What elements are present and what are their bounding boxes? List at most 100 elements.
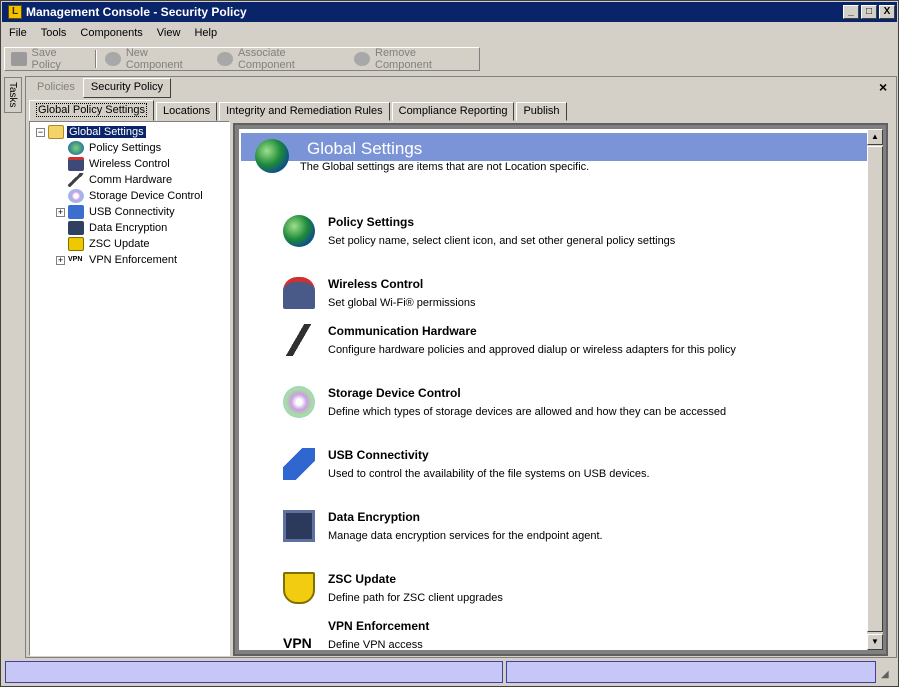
app-icon: L: [8, 5, 22, 19]
tree-label: Storage Device Control: [89, 190, 203, 202]
setting-vpn-enforcement[interactable]: VPN VPN Enforcement Define VPN access: [283, 619, 843, 650]
tree-item-storage-device-control[interactable]: Storage Device Control: [68, 188, 205, 204]
vertical-scrollbar[interactable]: ▲ ▼: [867, 129, 883, 650]
tab-integrity-remediation[interactable]: Integrity and Remediation Rules: [219, 102, 390, 121]
vpn-icon: VPN: [68, 256, 83, 263]
gears-link-icon: [217, 52, 233, 66]
associate-component-button[interactable]: Associate Component: [211, 47, 348, 71]
tree-label: Comm Hardware: [89, 174, 173, 186]
scroll-thumb[interactable]: [867, 146, 883, 632]
toolbar: Save Policy New Component Associate Comp…: [4, 47, 480, 71]
settings-content: Global Settings The Global settings are …: [239, 129, 867, 650]
setting-storage-device-control[interactable]: Storage Device Control Define which type…: [283, 386, 843, 426]
usb-drive-icon: [283, 448, 315, 480]
new-component-button[interactable]: New Component: [99, 47, 211, 71]
setting-zsc-update[interactable]: ZSC Update Define path for ZSC client up…: [283, 572, 843, 612]
tree-item-zsc-update[interactable]: ZSC Update: [68, 236, 152, 252]
toolbar-separator: [95, 50, 98, 68]
setting-description: Set policy name, select client icon, and…: [328, 235, 676, 247]
remove-component-button[interactable]: Remove Component: [348, 47, 479, 71]
expand-icon[interactable]: +: [56, 255, 65, 265]
tree-label: VPN Enforcement: [89, 254, 178, 266]
tree-label: Wireless Control: [89, 158, 170, 170]
close-document-icon[interactable]: ×: [879, 79, 887, 95]
setting-title[interactable]: VPN Enforcement: [328, 619, 429, 633]
document-tabs: Policies Security Policy: [29, 78, 172, 98]
globe-icon: [283, 215, 315, 247]
tree-item-vpn-enforcement[interactable]: + VPN VPN Enforcement: [56, 252, 179, 268]
settings-banner: Global Settings: [241, 133, 867, 161]
usb-drive-icon: [68, 205, 84, 219]
page-subtitle: The Global settings are items that are n…: [300, 161, 590, 173]
setting-data-encryption[interactable]: Data Encryption Manage data encryption s…: [283, 510, 843, 550]
status-panel-right: [506, 661, 876, 683]
tab-locations[interactable]: Locations: [156, 102, 218, 121]
cable-icon: [283, 324, 315, 356]
tree-item-usb-connectivity[interactable]: + USB Connectivity: [56, 204, 177, 220]
menu-file[interactable]: File: [2, 27, 34, 39]
gears-icon: [105, 52, 121, 66]
close-button[interactable]: X: [879, 5, 895, 19]
tree-item-comm-hardware[interactable]: Comm Hardware: [68, 172, 174, 188]
setting-description: Manage data encryption services for the …: [328, 530, 603, 542]
setting-communication-hardware[interactable]: Communication Hardware Configure hardwar…: [283, 324, 843, 364]
floppy-disk-icon: [11, 52, 27, 66]
setting-description: Define VPN access: [328, 639, 423, 650]
tree-label: Global Settings: [67, 126, 146, 138]
setting-wireless-control[interactable]: Wireless Control Set global Wi-Fi® permi…: [283, 277, 843, 317]
setting-title[interactable]: Storage Device Control: [328, 386, 461, 400]
tab-compliance-reporting[interactable]: Compliance Reporting: [391, 102, 515, 121]
tasks-label: Tasks: [7, 82, 18, 108]
tree-label: Policy Settings: [89, 142, 162, 154]
setting-description: Set global Wi-Fi® permissions: [328, 297, 476, 309]
tasks-panel-tab[interactable]: Tasks: [4, 77, 22, 113]
tab-global-policy-settings[interactable]: Global Policy Settings: [29, 100, 154, 121]
tab-policies[interactable]: Policies: [29, 78, 83, 98]
menu-components[interactable]: Components: [73, 27, 149, 39]
setting-title[interactable]: Wireless Control: [328, 277, 423, 291]
setting-title[interactable]: Data Encryption: [328, 510, 420, 524]
menu-view[interactable]: View: [150, 27, 188, 39]
tree-label: ZSC Update: [89, 238, 150, 250]
title-bar[interactable]: L Management Console - Security Policy _…: [2, 2, 897, 22]
tab-publish[interactable]: Publish: [516, 102, 567, 121]
wireless-lock-icon: [283, 277, 315, 309]
save-policy-button[interactable]: Save Policy: [5, 47, 93, 71]
menu-tools[interactable]: Tools: [34, 27, 74, 39]
vpn-icon: VPN: [283, 635, 312, 650]
folder-icon: [48, 125, 64, 139]
shield-arrow-icon: [68, 237, 84, 251]
tab-label: Global Policy Settings: [36, 103, 147, 117]
setting-usb-connectivity[interactable]: USB Connectivity Used to control the ava…: [283, 448, 843, 488]
main-window: L Management Console - Security Policy _…: [0, 0, 899, 687]
cable-icon: [68, 173, 84, 187]
collapse-icon[interactable]: −: [36, 127, 45, 137]
scroll-up-button[interactable]: ▲: [867, 129, 883, 145]
setting-title[interactable]: Communication Hardware: [328, 324, 477, 338]
setting-description: Used to control the availability of the …: [328, 468, 650, 480]
menu-bar: File Tools Components View Help: [2, 23, 897, 43]
tab-security-policy[interactable]: Security Policy: [82, 78, 172, 98]
wireless-lock-icon: [68, 157, 84, 171]
expand-icon[interactable]: +: [56, 207, 65, 217]
tree-item-wireless-control[interactable]: Wireless Control: [68, 156, 172, 172]
setting-title[interactable]: Policy Settings: [328, 215, 414, 229]
new-component-label: New Component: [125, 47, 183, 71]
menu-help[interactable]: Help: [187, 27, 224, 39]
globe-icon: [68, 141, 84, 155]
tree-item-global-settings[interactable]: − Global Settings: [36, 124, 146, 140]
encryption-lock-icon: [68, 221, 84, 235]
maximize-button[interactable]: □: [861, 5, 877, 19]
scroll-down-button[interactable]: ▼: [867, 634, 883, 650]
resize-grip-icon[interactable]: ◢: [881, 669, 895, 683]
minimize-button[interactable]: _: [843, 5, 859, 19]
policy-tabs: Global Policy Settings Locations Integri…: [29, 100, 569, 121]
tree-item-data-encryption[interactable]: Data Encryption: [68, 220, 169, 236]
setting-description: Define which types of storage devices ar…: [328, 406, 727, 418]
setting-title[interactable]: ZSC Update: [328, 572, 396, 586]
tree-item-policy-settings[interactable]: Policy Settings: [68, 140, 163, 156]
settings-tree: − Global Settings Policy Settings Wirele…: [29, 121, 230, 656]
setting-policy-settings[interactable]: Policy Settings Set policy name, select …: [283, 215, 843, 255]
globe-icon: [255, 139, 289, 173]
setting-title[interactable]: USB Connectivity: [328, 448, 429, 462]
